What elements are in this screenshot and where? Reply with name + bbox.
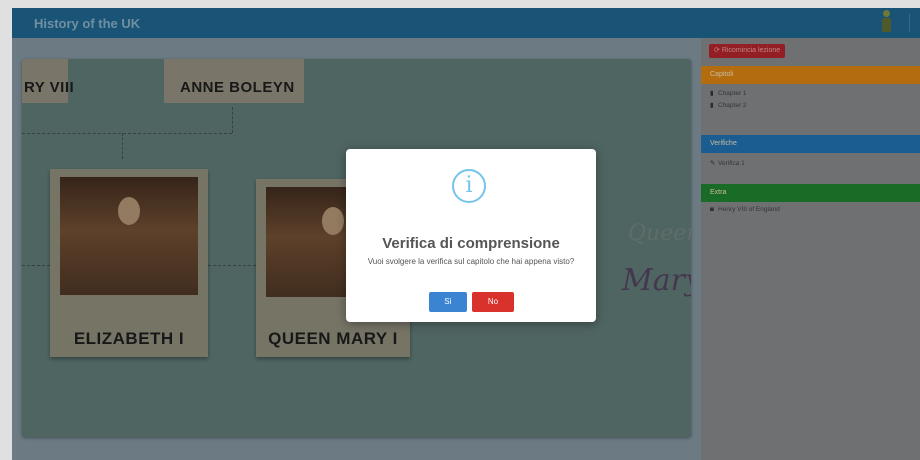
dialog-title: Verifica di comprensione: [382, 235, 560, 252]
info-icon: i: [452, 169, 486, 203]
yes-button[interactable]: Sì: [429, 292, 467, 312]
no-button[interactable]: No: [472, 292, 514, 312]
confirm-dialog: i Verifica di comprensione Vuoi svolgere…: [346, 149, 596, 322]
dialog-message: Vuoi svolgere la verifica sul capitolo c…: [367, 257, 575, 266]
